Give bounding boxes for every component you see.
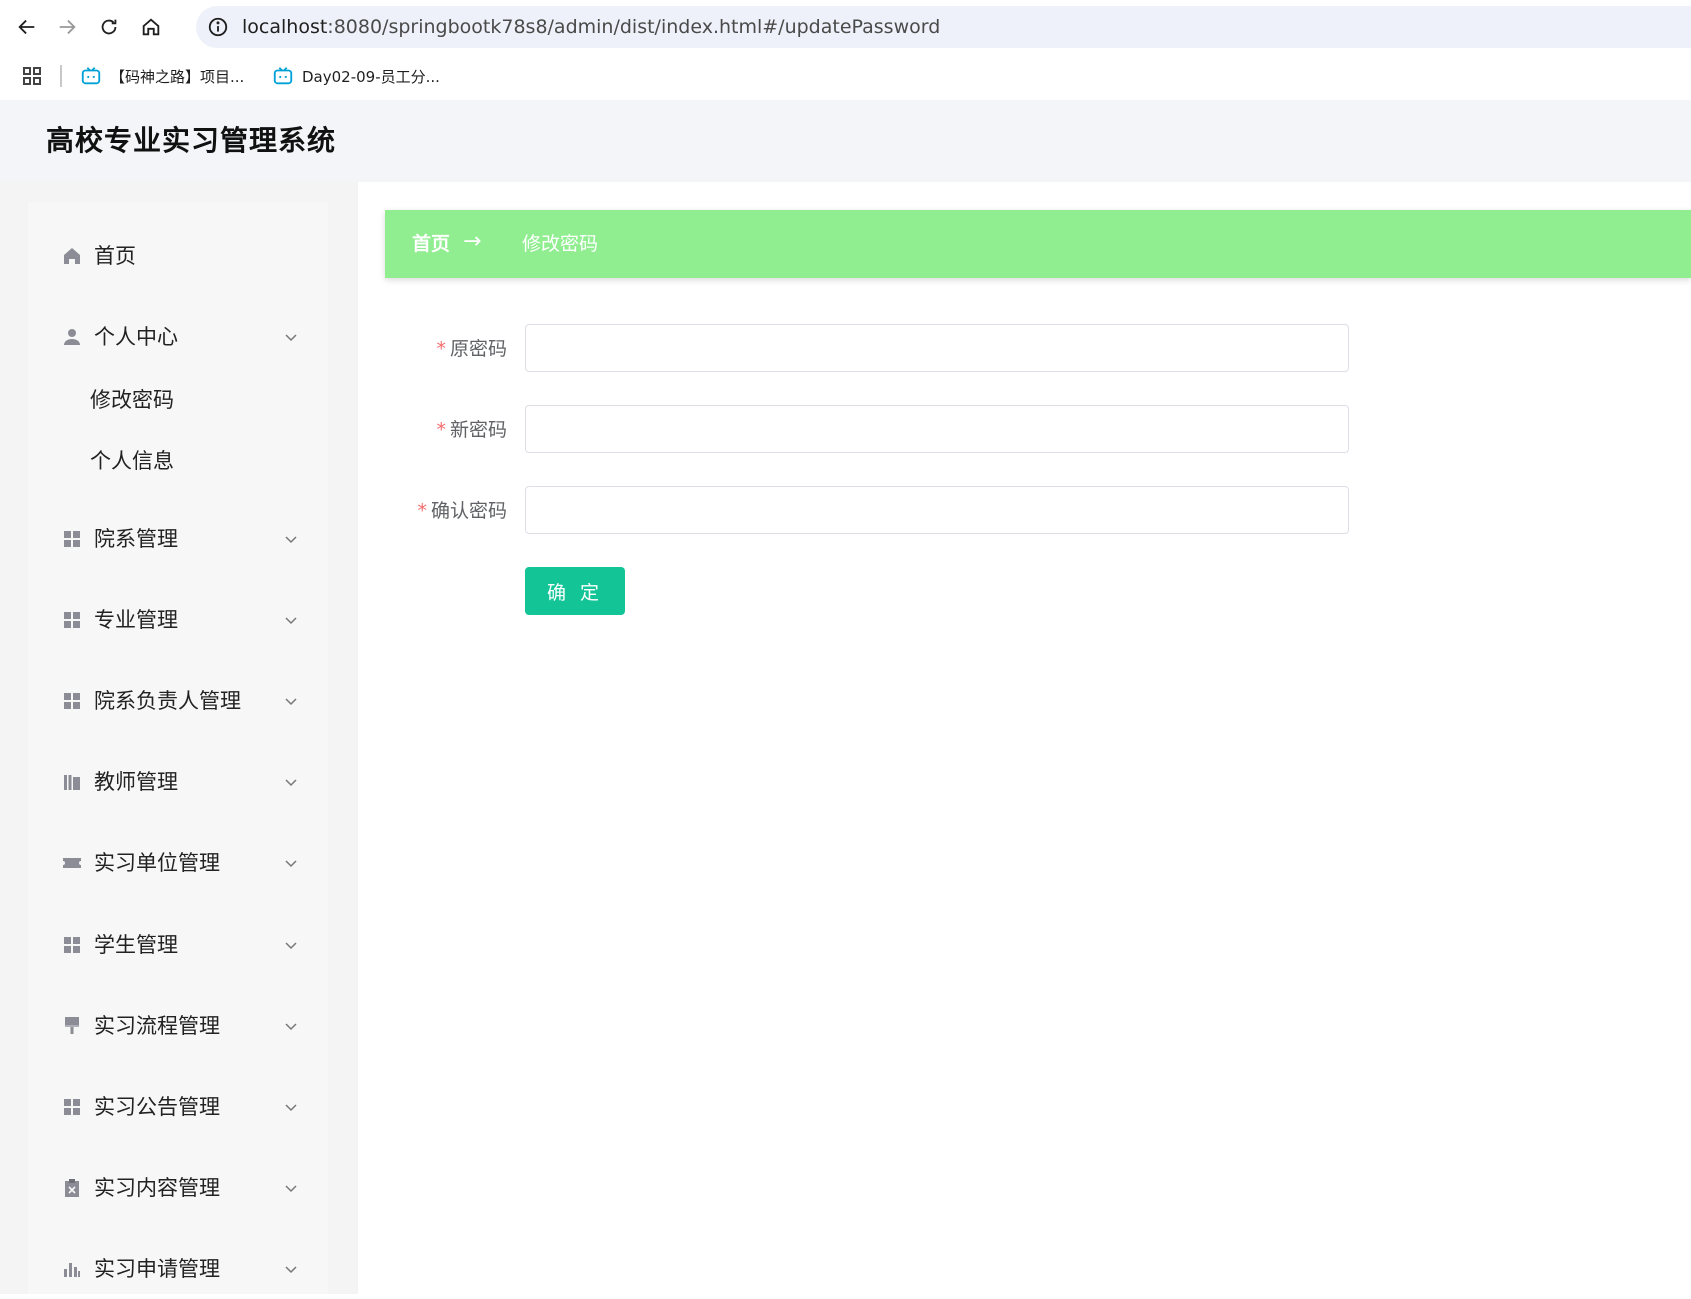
library-icon [62, 772, 82, 792]
chevron-down-icon [283, 693, 299, 709]
reload-icon [101, 19, 117, 35]
address-bar[interactable]: localhost:8080/springbootk78s8/admin/dis… [196, 6, 1691, 48]
sidebar-item-label: 院系管理 [94, 527, 178, 551]
clipboard-icon [62, 1178, 82, 1198]
required-mark: * [417, 500, 427, 522]
confirm-password-input[interactable] [525, 486, 1349, 534]
chevron-down-icon [283, 1099, 299, 1115]
new-password-label: * 新密码 [436, 405, 507, 455]
sidebar-item-label: 学生管理 [94, 933, 178, 957]
chevron-down-icon [283, 612, 299, 628]
brush-icon [62, 1016, 82, 1036]
required-mark: * [436, 419, 446, 441]
sidebar-item-home[interactable]: 首页 [28, 226, 328, 286]
sidebar-item-notice[interactable]: 实习公告管理 [28, 1077, 328, 1137]
grid-icon [62, 1097, 82, 1117]
arrow-left-icon [18, 19, 35, 35]
bookmarks-bar: 【码神之路】项目... Day02-09-员工分... [0, 56, 1691, 96]
sidebar-item-company[interactable]: 实习单位管理 [28, 833, 328, 893]
breadcrumb: 首页 → 修改密码 [385, 210, 1691, 278]
chevron-down-icon [283, 1180, 299, 1196]
bilibili-icon [273, 67, 293, 85]
old-password-label: * 原密码 [436, 324, 507, 374]
bookmark-item[interactable]: Day02-09-员工分... [272, 62, 440, 90]
home-icon [62, 246, 82, 266]
sidebar-container: 首页 个人中心 修改密码 个人信息 院系管理 专业管理 院系负责人管理 教师管理… [0, 182, 358, 1294]
app-title: 高校专业实习管理系统 [46, 124, 337, 157]
form-row-new-password: * 新密码 [358, 405, 1691, 455]
grid-icon [62, 691, 82, 711]
sidebar-item-label: 个人中心 [94, 325, 178, 349]
breadcrumb-home-link[interactable]: 首页 [412, 210, 450, 278]
submenu-item-label: 修改密码 [90, 388, 174, 412]
old-password-label-text: 原密码 [449, 338, 507, 360]
chevron-down-icon [283, 329, 299, 345]
sidebar-item-department[interactable]: 院系管理 [28, 509, 328, 569]
breadcrumb-current: 修改密码 [522, 233, 599, 255]
browser-chrome: localhost:8080/springbootk78s8/admin/dis… [0, 0, 1691, 100]
url-text[interactable]: localhost:8080/springbootk78s8/admin/dis… [242, 6, 940, 48]
grid-icon [62, 610, 82, 630]
bookmarks-separator [60, 65, 62, 87]
chevron-down-icon [283, 855, 299, 871]
chevron-down-icon [283, 937, 299, 953]
url-path: :8080/springbootk78s8/admin/dist/index.h… [327, 16, 941, 38]
bookmark-item[interactable]: 【码神之路】项目... [80, 62, 244, 90]
site-info-icon[interactable] [206, 15, 230, 39]
chevron-down-icon [283, 1018, 299, 1034]
url-host: localhost [242, 16, 328, 38]
apps-grid-icon[interactable] [20, 64, 44, 88]
new-password-input[interactable] [525, 405, 1349, 453]
reload-button[interactable] [92, 10, 126, 44]
sidebar-menu: 首页 个人中心 修改密码 个人信息 院系管理 专业管理 院系负责人管理 教师管理… [28, 202, 328, 1294]
form-row-confirm-password: * 确认密码 [358, 486, 1691, 536]
submenu-item-label: 个人信息 [90, 449, 174, 473]
sidebar-item-label: 实习公告管理 [94, 1095, 220, 1119]
new-password-label-text: 新密码 [449, 419, 507, 441]
grid-icon [62, 529, 82, 549]
required-mark: * [436, 338, 446, 360]
sidebar-item-label: 首页 [94, 244, 136, 268]
bookmark-label: 【码神之路】项目... [110, 67, 245, 86]
sidebar-item-label: 实习流程管理 [94, 1014, 220, 1038]
sidebar-item-label: 教师管理 [94, 770, 178, 794]
old-password-input[interactable] [525, 324, 1349, 372]
ticket-icon [62, 853, 82, 873]
submenu-item-personal-info[interactable]: 个人信息 [28, 436, 328, 486]
home-outline-icon [142, 18, 160, 36]
sidebar-item-label: 院系负责人管理 [94, 689, 241, 713]
form-row-old-password: * 原密码 [358, 324, 1691, 374]
grid-icon [62, 935, 82, 955]
bar-chart-icon [62, 1259, 82, 1279]
back-button[interactable] [10, 10, 44, 44]
user-icon [62, 327, 82, 347]
main-content: 首页 → 修改密码 * 原密码 * 新密码 * 确认密码 确 定 [358, 182, 1691, 1294]
bilibili-icon [81, 67, 101, 85]
bookmark-label: Day02-09-员工分... [302, 67, 440, 86]
app-header: 高校专业实习管理系统 [0, 100, 1691, 182]
sidebar-item-department-head[interactable]: 院系负责人管理 [28, 671, 328, 731]
submenu-item-change-password[interactable]: 修改密码 [28, 375, 328, 425]
sidebar-item-teacher[interactable]: 教师管理 [28, 752, 328, 812]
home-button[interactable] [134, 10, 168, 44]
sidebar-item-major[interactable]: 专业管理 [28, 590, 328, 650]
sidebar-item-personal-center[interactable]: 个人中心 [28, 307, 328, 367]
sidebar-item-label: 实习申请管理 [94, 1257, 220, 1281]
sidebar-item-student[interactable]: 学生管理 [28, 915, 328, 975]
confirm-password-label-text: 确认密码 [430, 500, 507, 522]
forward-button[interactable] [50, 10, 84, 44]
arrow-right-icon [59, 19, 76, 35]
sidebar-item-process[interactable]: 实习流程管理 [28, 996, 328, 1056]
confirm-button[interactable]: 确 定 [525, 567, 625, 615]
sidebar-item-label: 实习内容管理 [94, 1176, 220, 1200]
chevron-down-icon [283, 1261, 299, 1277]
sidebar-item-label: 实习单位管理 [94, 851, 220, 875]
confirm-password-label: * 确认密码 [417, 486, 507, 536]
sidebar-item-application[interactable]: 实习申请管理 [28, 1239, 328, 1299]
sidebar-item-label: 专业管理 [94, 608, 178, 632]
sidebar-item-content[interactable]: 实习内容管理 [28, 1158, 328, 1218]
breadcrumb-arrow-icon: → [463, 229, 482, 254]
chevron-down-icon [283, 774, 299, 790]
chevron-down-icon [283, 531, 299, 547]
